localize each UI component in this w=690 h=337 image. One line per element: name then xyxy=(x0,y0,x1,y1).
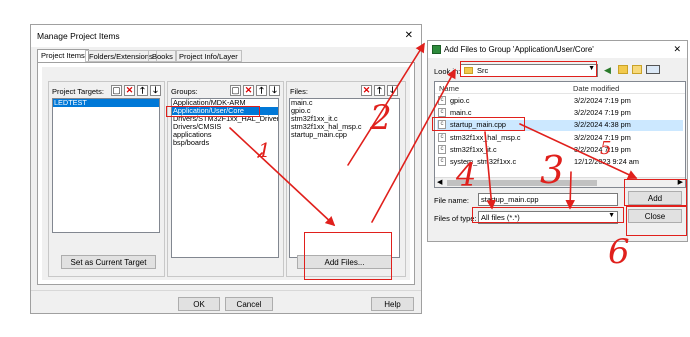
delete-target-icon[interactable]: ✕ xyxy=(124,85,135,96)
file-c-icon: c xyxy=(438,133,446,142)
annotation-number-5: 5 xyxy=(600,138,612,159)
annotation-number-4: 4 xyxy=(456,156,477,194)
file-name-value: startup_main.cpp xyxy=(481,195,539,204)
manage-dialog-titlebar: Manage Project Items ✕ xyxy=(31,25,421,47)
column-header-date[interactable]: Date modified xyxy=(573,84,619,93)
file-date: 3/2/2024 7:19 pm xyxy=(574,108,631,117)
ok-button[interactable]: OK xyxy=(178,297,220,311)
header-divider xyxy=(435,93,685,94)
delete-group-icon[interactable]: ✕ xyxy=(243,85,254,96)
files-label: Files: xyxy=(290,87,308,96)
new-folder-icon[interactable] xyxy=(632,65,642,74)
file-name: gpio.c xyxy=(450,96,470,105)
annotation-box-startup-file xyxy=(432,117,525,131)
scroll-left-icon[interactable]: ◀ xyxy=(437,178,442,186)
close-icon[interactable]: ✕ xyxy=(673,41,681,58)
annotation-number-1: 1 xyxy=(258,138,271,162)
file-row[interactable]: c gpio.c 3/2/2024 7:19 pm xyxy=(437,96,683,106)
annotation-number-6: 6 xyxy=(608,232,630,272)
new-group-icon[interactable]: ▢ xyxy=(230,85,241,96)
file-date: 12/12/2023 9:24 am xyxy=(574,157,639,166)
project-targets-label: Project Targets: xyxy=(52,87,104,96)
file-c-icon: c xyxy=(438,157,446,166)
delete-file-icon[interactable]: ✕ xyxy=(361,85,372,96)
file-name-input[interactable]: startup_main.cpp xyxy=(478,193,618,206)
annotation-box-add-files xyxy=(304,232,392,280)
close-icon[interactable]: ✕ xyxy=(405,25,413,47)
cancel-button[interactable]: Cancel xyxy=(225,297,273,311)
look-in-label: Look in: xyxy=(434,67,461,76)
files-of-type-label: Files of type: xyxy=(434,214,477,223)
add-files-titlebar: Add Files to Group 'Application/User/Cor… xyxy=(428,41,687,58)
column-header-name[interactable]: Name xyxy=(439,84,459,93)
groups-label: Groups: xyxy=(171,87,198,96)
file-c-icon: c xyxy=(438,145,446,154)
tab-project-items[interactable]: Project Items xyxy=(37,49,89,62)
file-c-icon: c xyxy=(438,96,446,105)
new-target-icon[interactable]: ▢ xyxy=(111,85,122,96)
file-c-icon: c xyxy=(438,108,446,117)
annotation-box-add-button xyxy=(624,179,687,206)
back-icon[interactable]: ◀ xyxy=(604,65,611,76)
file-name: main.c xyxy=(450,108,472,117)
help-button[interactable]: Help xyxy=(371,297,414,311)
bottom-divider xyxy=(31,290,421,291)
file-name: stm32f1xx_it.c xyxy=(450,145,497,154)
file-date: 3/2/2024 4:38 pm xyxy=(574,120,631,129)
annotation-box-files-of-type xyxy=(472,207,624,223)
list-item-target[interactable]: LEDTEST xyxy=(53,99,159,107)
view-menu-icon[interactable] xyxy=(646,65,660,74)
annotation-number-2: 2 xyxy=(370,98,392,138)
add-files-title: Add Files to Group 'Application/User/Cor… xyxy=(444,45,594,54)
tab-folders-extensions[interactable]: Folders/Extensions xyxy=(85,50,157,62)
tab-books[interactable]: Books xyxy=(148,50,177,62)
annotation-number-3: 3 xyxy=(540,148,565,192)
targets-list: LEDTEST xyxy=(52,98,160,233)
annotation-box-group xyxy=(166,106,260,117)
annotation-box-look-in xyxy=(460,61,597,77)
file-name-label: File name: xyxy=(434,196,470,205)
move-down-group-icon[interactable]: 🡓 xyxy=(269,85,280,96)
move-down-target-icon[interactable]: 🡓 xyxy=(150,85,161,96)
file-name: stm32f1xx_hal_msp.c xyxy=(450,133,521,142)
set-current-target-button[interactable]: Set as Current Target xyxy=(61,255,156,269)
move-up-group-icon[interactable]: 🡑 xyxy=(256,85,267,96)
file-date: 3/2/2024 7:19 pm xyxy=(574,96,631,105)
move-up-file-icon[interactable]: 🡑 xyxy=(374,85,385,96)
file-row[interactable]: c stm32f1xx_hal_msp.c 3/2/2024 7:19 pm xyxy=(437,133,683,143)
up-folder-icon[interactable] xyxy=(618,65,628,74)
manage-dialog-title: Manage Project Items xyxy=(37,31,120,41)
tab-project-info-layer[interactable]: Project Info/Layer xyxy=(175,50,242,62)
keil-app-icon xyxy=(432,45,441,54)
annotation-box-close-button xyxy=(626,206,687,236)
move-down-file-icon[interactable]: 🡓 xyxy=(387,85,398,96)
move-up-target-icon[interactable]: 🡑 xyxy=(137,85,148,96)
groups-list: Application/MDK-ARM Application/User/Cor… xyxy=(171,98,279,258)
